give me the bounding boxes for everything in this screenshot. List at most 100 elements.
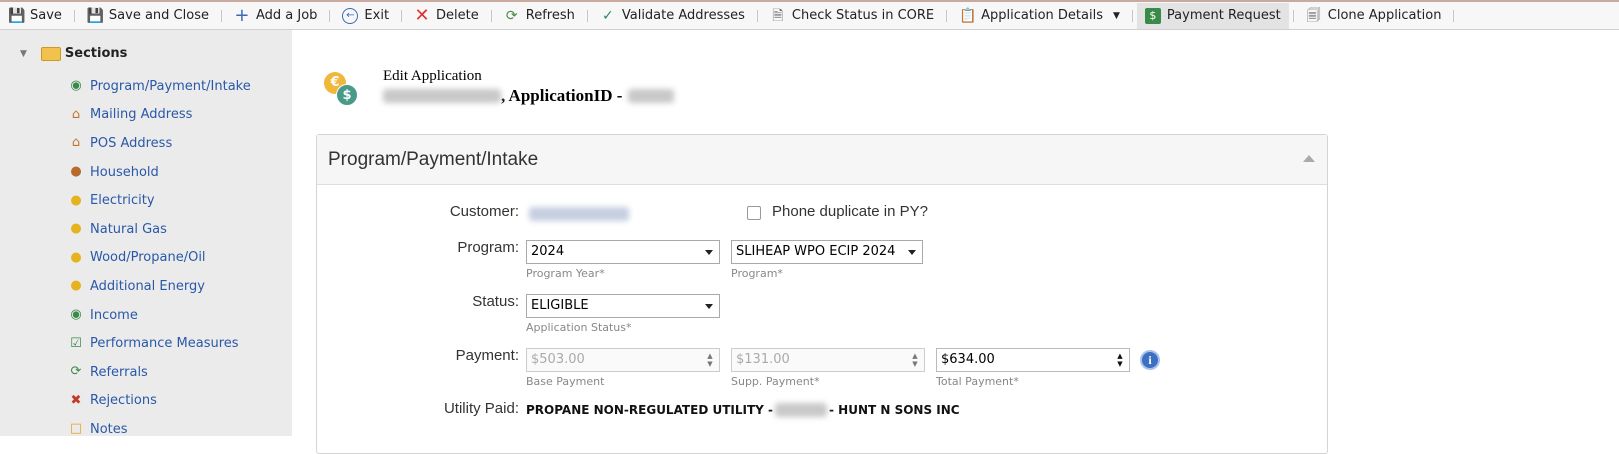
validate-addresses-button[interactable]: ✓ Validate Addresses [592, 3, 753, 29]
note-icon: □ [69, 421, 83, 437]
coins-icon: ◉ [70, 307, 82, 323]
redacted-customer-name [383, 89, 501, 103]
exit-icon: ← [342, 7, 359, 24]
sidebar-item-electricity[interactable]: ● Electricity [68, 186, 251, 215]
program-year-value: 2024 [531, 244, 565, 259]
dollar-doc-icon: $ [1144, 7, 1161, 24]
sidebar-item-household[interactable]: ● Household [68, 158, 251, 187]
separator [220, 9, 222, 22]
separator [329, 9, 331, 22]
refresh-button[interactable]: ⟳ Refresh [496, 3, 583, 29]
sidebar-item-natural-gas[interactable]: ● Natural Gas [68, 215, 251, 244]
main-content: € $ Edit Application , ApplicationID - P… [292, 30, 1619, 454]
program-select[interactable]: SLIHEAP WPO ECIP 2024 [731, 240, 923, 264]
sidebar-item-wood-propane-oil[interactable]: ● Wood/Propane/Oil [68, 244, 251, 273]
redacted-customer [529, 207, 629, 221]
check-icon: ✓ [601, 7, 614, 24]
utility-paid-value: PROPANE NON-REGULATED UTILITY - - HUNT N… [526, 403, 960, 417]
info-icon[interactable]: i [1140, 350, 1160, 370]
stepper-icon[interactable]: ▲ ▼ [1116, 352, 1124, 368]
sidebar-item-label: Program/Payment/Intake [90, 78, 251, 94]
application-details-label: Application Details [981, 8, 1103, 23]
section-list: ◉ Program/Payment/Intake ⌂ Mailing Addre… [68, 72, 251, 444]
sidebar-item-mailing-address[interactable]: ⌂ Mailing Address [68, 101, 251, 130]
sidebar-item-income[interactable]: ◉ Income [68, 301, 251, 330]
separator [1131, 9, 1133, 22]
collapse-arrow-icon[interactable] [1303, 155, 1315, 162]
sidebar-item-referrals[interactable]: ⟳ Referrals [68, 358, 251, 387]
page-subtitle: , ApplicationID - [383, 86, 675, 106]
add-job-button[interactable]: + Add a Job [226, 3, 325, 29]
people-icon: ● [70, 164, 82, 180]
panel-header[interactable]: Program/Payment/Intake [317, 135, 1327, 185]
exit-button[interactable]: ← Exit [334, 3, 397, 29]
chevron-down-icon [705, 304, 713, 309]
bulb-icon: ● [70, 249, 82, 265]
supp-payment-hint: Supp. Payment* [731, 375, 820, 388]
sidebar-item-label: Performance Measures [90, 336, 239, 352]
redacted-application-id [628, 89, 675, 103]
utility-prefix: PROPANE NON-REGULATED UTILITY - [526, 403, 773, 417]
sidebar-item-additional-energy[interactable]: ● Additional Energy [68, 272, 251, 301]
customer-label: Customer: [449, 203, 519, 220]
separator [946, 9, 948, 22]
save-button[interactable]: 💾 Save [0, 3, 70, 29]
stepper-icon: ▲ ▼ [707, 352, 713, 368]
validate-addresses-label: Validate Addresses [621, 8, 745, 23]
checklist-icon: ☑ [70, 335, 82, 351]
application-details-button[interactable]: 📋 Application Details ▼ [951, 3, 1128, 29]
chevron-down-icon [908, 250, 916, 255]
separator [73, 9, 75, 22]
payment-request-button[interactable]: $ Payment Request [1136, 2, 1289, 29]
clipboard-icon: 📋 [959, 7, 977, 24]
sidebar-item-pos-address[interactable]: ⌂ POS Address [68, 129, 251, 158]
add-job-label: Add a Job [255, 8, 318, 23]
copy-icon: 🗐 [1306, 7, 1321, 24]
status-hint: Application Status* [526, 321, 632, 334]
sections-header[interactable]: ▼ Sections [20, 46, 127, 61]
sidebar-item-notes[interactable]: □ Notes [68, 415, 251, 444]
bulb-icon: ● [70, 221, 82, 237]
check-status-button[interactable]: 🗎 Check Status in CORE [762, 3, 942, 29]
sidebar-item-rejections[interactable]: ✖ Rejections [68, 387, 251, 416]
base-payment-hint: Base Payment [526, 375, 605, 388]
payment-label: Payment: [455, 347, 519, 364]
application-id-label: , ApplicationID - [501, 86, 623, 105]
coins-icon: € $ [324, 72, 358, 106]
save-and-close-label: Save and Close [108, 8, 209, 23]
supp-payment-field: $131.00 ▲ ▼ [731, 348, 925, 372]
document-icon: 🗎 [772, 7, 784, 24]
sidebar-item-label: Additional Energy [90, 278, 205, 294]
plus-icon: + [234, 4, 250, 26]
sidebar-item-label: Referrals [90, 364, 148, 380]
save-and-close-button[interactable]: 💾 Save and Close [79, 3, 217, 29]
utility-paid-label: Utility Paid: [443, 400, 519, 417]
program-value: SLIHEAP WPO ECIP 2024 [736, 244, 896, 259]
total-payment-hint: Total Payment* [936, 375, 1019, 388]
delete-x-icon: ✕ [414, 4, 430, 26]
sidebar-item-label: Income [90, 307, 138, 323]
house-icon: ⌂ [71, 135, 81, 151]
delete-button[interactable]: ✕ Delete [406, 3, 487, 29]
total-payment-field[interactable]: $634.00 ▲ ▼ [936, 348, 1130, 372]
refresh-icon: ⟳ [505, 7, 518, 24]
status-value: ELIGIBLE [531, 298, 589, 313]
delete-label: Delete [436, 8, 479, 23]
sidebar-item-program-payment-intake[interactable]: ◉ Program/Payment/Intake [68, 72, 251, 101]
phone-duplicate-label: Phone duplicate in PY? [772, 203, 928, 220]
clone-application-button[interactable]: 🗐 Clone Application [1298, 3, 1450, 29]
clone-application-label: Clone Application [1327, 8, 1442, 23]
dollar-coin-icon: $ [336, 84, 358, 106]
coins-icon: ◉ [70, 78, 82, 94]
collapse-triangle-icon[interactable]: ▼ [20, 49, 27, 59]
program-year-select[interactable]: 2024 [526, 240, 720, 264]
floppy-icon: 💾 [8, 7, 26, 24]
program-label: Program: [457, 239, 519, 256]
separator [401, 9, 403, 22]
status-label: Status: [472, 293, 519, 310]
sidebar-item-label: Rejections [90, 393, 157, 409]
status-select[interactable]: ELIGIBLE [526, 294, 720, 318]
sidebar-item-performance-measures[interactable]: ☑ Performance Measures [68, 329, 251, 358]
phone-duplicate-checkbox[interactable] [747, 206, 761, 220]
sidebar-item-label: POS Address [90, 135, 173, 151]
